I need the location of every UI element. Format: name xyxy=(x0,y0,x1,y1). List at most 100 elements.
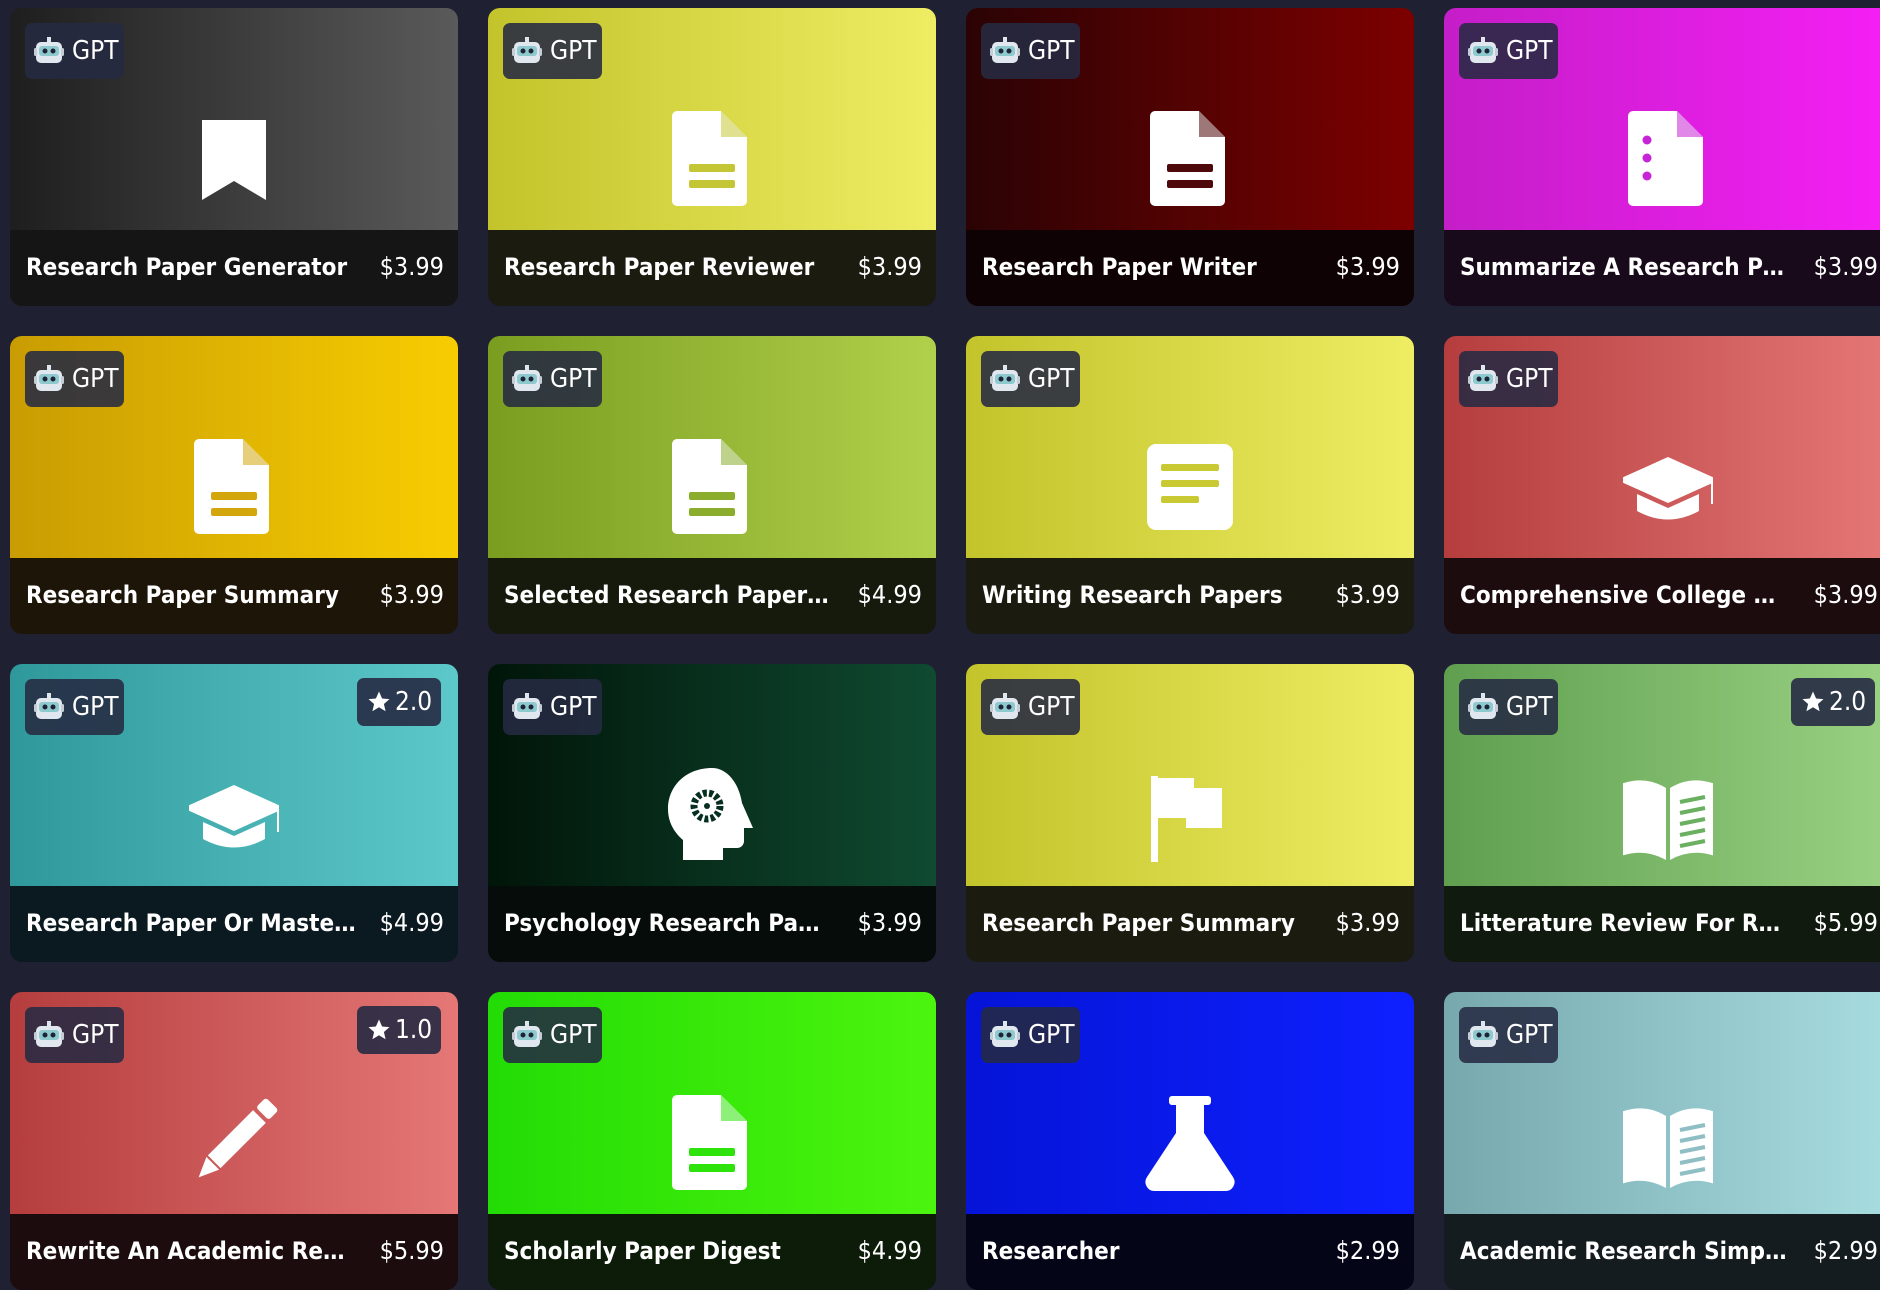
gpt-store-grid: GPT Research Paper Generator $3.99 GPT Resea… xyxy=(0,0,1880,1290)
robot-icon xyxy=(1468,693,1498,721)
gpt-badge: GPT xyxy=(1459,679,1558,735)
card-footer: Writing Research Papers $3.99 xyxy=(966,558,1414,634)
robot-icon xyxy=(1468,1021,1498,1049)
card-footer: Selected Research Papers Rep... $4.99 xyxy=(488,558,936,634)
card-title: Research Paper Or Master The... xyxy=(26,909,356,937)
robot-icon xyxy=(512,1021,542,1049)
card-artwork: GPT 2.0 xyxy=(1444,664,1880,886)
gpt-card[interactable]: GPT Academic Research Simplifier $2.99 xyxy=(1444,992,1880,1290)
graduation-cap-icon xyxy=(1617,436,1719,536)
gpt-badge: GPT xyxy=(503,351,602,407)
card-artwork: GPT xyxy=(10,336,458,558)
card-footer: Research Paper Writer $3.99 xyxy=(966,230,1414,306)
gpt-badge-label: GPT xyxy=(72,1020,119,1050)
card-price: $4.99 xyxy=(379,908,444,937)
gpt-badge-label: GPT xyxy=(1028,692,1075,722)
card-title: Research Paper Generator xyxy=(26,253,348,281)
robot-icon xyxy=(34,37,64,65)
card-title: Research Paper Summary xyxy=(982,909,1295,937)
robot-icon xyxy=(34,1021,64,1049)
gpt-card[interactable]: GPT Scholarly Paper Digest $4.99 xyxy=(488,992,936,1290)
card-artwork: GPT xyxy=(488,336,936,558)
gpt-card[interactable]: GPT Research Paper Writer $3.99 xyxy=(966,8,1414,306)
robot-icon xyxy=(34,365,64,393)
document-icon xyxy=(667,436,757,536)
card-price: $5.99 xyxy=(1813,908,1878,937)
gpt-badge: GPT xyxy=(1459,1007,1558,1063)
document-icon xyxy=(667,108,757,208)
card-footer: Research Paper Summary $3.99 xyxy=(10,558,458,634)
card-footer: Scholarly Paper Digest $4.99 xyxy=(488,1214,936,1290)
card-price: $3.99 xyxy=(1813,580,1878,609)
gpt-badge-label: GPT xyxy=(1506,36,1553,66)
gpt-badge-label: GPT xyxy=(72,692,119,722)
card-artwork: GPT xyxy=(966,664,1414,886)
card-footer: Litterature Review For Resear... $5.99 xyxy=(1444,886,1880,962)
robot-icon xyxy=(512,693,542,721)
card-title: Academic Research Simplifier xyxy=(1460,1237,1790,1265)
gpt-card[interactable]: GPT 2.0 Research Paper Or Master The... $4.… xyxy=(10,664,458,962)
gpt-card[interactable]: GPT Research Paper Summary $3.99 xyxy=(10,336,458,634)
card-footer: Rewrite An Academic Researc... $5.99 xyxy=(10,1214,458,1290)
gpt-badge-label: GPT xyxy=(1506,1020,1553,1050)
bookmark-icon xyxy=(189,108,279,208)
gpt-card[interactable]: GPT Summarize A Research Paper $3.99 xyxy=(1444,8,1880,306)
card-artwork: GPT xyxy=(1444,8,1880,230)
robot-icon xyxy=(512,365,542,393)
rating-badge: 1.0 xyxy=(357,1006,441,1054)
card-price: $3.99 xyxy=(379,580,444,609)
document-icon xyxy=(189,436,279,536)
card-title: Comprehensive College Resea... xyxy=(1460,581,1790,609)
gpt-badge-label: GPT xyxy=(72,36,119,66)
gpt-card[interactable]: GPT Selected Research Papers Rep... $4.99 xyxy=(488,336,936,634)
gpt-card[interactable]: GPT Research Paper Summary $3.99 xyxy=(966,664,1414,962)
robot-icon xyxy=(1468,365,1498,393)
card-title: Rewrite An Academic Researc... xyxy=(26,1237,356,1265)
card-artwork: GPT xyxy=(488,664,936,886)
document-icon xyxy=(667,1092,757,1192)
card-artwork: GPT xyxy=(966,336,1414,558)
star-icon xyxy=(367,690,391,714)
card-artwork: GPT xyxy=(10,8,458,230)
card-price: $3.99 xyxy=(1335,252,1400,281)
card-footer: Research Paper Summary $3.99 xyxy=(966,886,1414,962)
card-price: $3.99 xyxy=(857,252,922,281)
gpt-badge: GPT xyxy=(503,1007,602,1063)
card-artwork: GPT xyxy=(488,8,936,230)
card-price: $3.99 xyxy=(857,908,922,937)
card-price: $3.99 xyxy=(379,252,444,281)
gpt-badge: GPT xyxy=(981,1007,1080,1063)
rating-badge: 2.0 xyxy=(1791,678,1875,726)
card-price: $5.99 xyxy=(379,1236,444,1265)
gpt-badge: GPT xyxy=(25,679,124,735)
card-artwork: GPT 2.0 xyxy=(10,664,458,886)
gpt-card[interactable]: GPT 1.0 Rewrite An Academic Researc... $5.9… xyxy=(10,992,458,1290)
open-book-icon xyxy=(1621,1092,1715,1192)
card-footer: Summarize A Research Paper $3.99 xyxy=(1444,230,1880,306)
star-icon xyxy=(367,1018,391,1042)
robot-icon xyxy=(1468,37,1498,65)
gpt-badge-label: GPT xyxy=(550,1020,597,1050)
card-title: Scholarly Paper Digest xyxy=(504,1237,781,1265)
robot-icon xyxy=(990,365,1020,393)
gpt-card[interactable]: GPT Psychology Research Paper To... $3.99 xyxy=(488,664,936,962)
card-footer: Psychology Research Paper To... $3.99 xyxy=(488,886,936,962)
card-artwork: GPT xyxy=(1444,336,1880,558)
gpt-card[interactable]: GPT Research Paper Generator $3.99 xyxy=(10,8,458,306)
card-footer: Academic Research Simplifier $2.99 xyxy=(1444,1214,1880,1290)
gpt-card[interactable]: GPT Researcher $2.99 xyxy=(966,992,1414,1290)
gpt-badge-label: GPT xyxy=(1506,364,1553,394)
flask-icon xyxy=(1145,1092,1235,1192)
card-title: Summarize A Research Paper xyxy=(1460,253,1790,281)
gpt-card[interactable]: GPT Writing Research Papers $3.99 xyxy=(966,336,1414,634)
gpt-badge: GPT xyxy=(503,23,602,79)
rating-value: 2.0 xyxy=(395,687,433,717)
gpt-badge: GPT xyxy=(25,23,124,79)
robot-icon xyxy=(34,693,64,721)
card-title: Litterature Review For Resear... xyxy=(1460,909,1790,937)
gpt-card[interactable]: GPT Research Paper Reviewer $3.99 xyxy=(488,8,936,306)
gpt-card[interactable]: GPT Comprehensive College Resea... $3.99 xyxy=(1444,336,1880,634)
gpt-card[interactable]: GPT 2.0 Litterature Review For Resear... $5… xyxy=(1444,664,1880,962)
card-price: $2.99 xyxy=(1335,1236,1400,1265)
document-icon xyxy=(1145,108,1235,208)
